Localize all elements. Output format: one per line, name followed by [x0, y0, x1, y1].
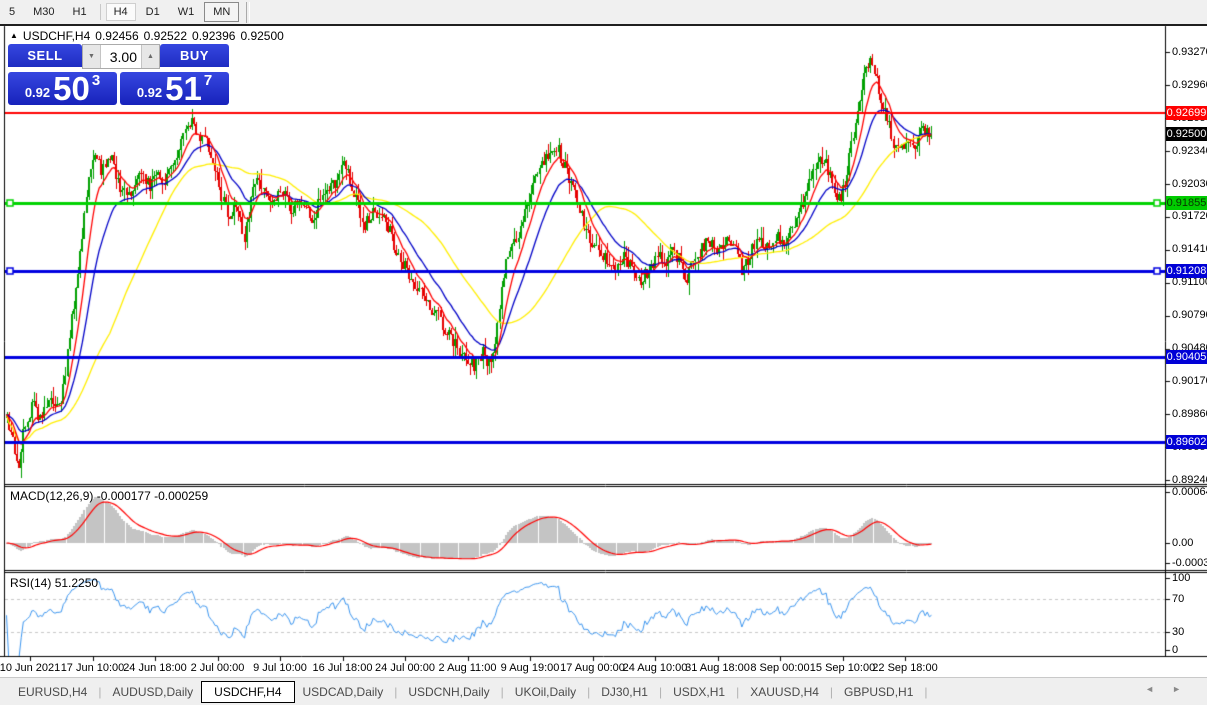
timeframe-button-h1[interactable]: H1 — [65, 3, 95, 21]
chart-title: ▲ USDCHF,H4 0.92456 0.92522 0.92396 0.92… — [10, 29, 284, 43]
chart-tab-xauusd-h4[interactable]: XAUUSD,H4 — [748, 681, 821, 703]
tab-divider: | — [98, 685, 101, 699]
toolbar-drag-handle — [246, 2, 250, 23]
buy-button[interactable]: BUY — [160, 44, 229, 69]
sell-price-prefix: 0.92 — [25, 85, 50, 100]
chart-tab-usdcnh-daily[interactable]: USDCNH,Daily — [406, 681, 491, 703]
macd-indicator-label: MACD(12,26,9) -0.000177 -0.000259 — [10, 489, 208, 503]
rsi-value: 51.2250 — [55, 576, 98, 590]
chart-title-symbol: USDCHF,H4 — [23, 29, 90, 43]
chart-tab-ukoil-daily[interactable]: UKOil,Daily — [513, 681, 578, 703]
chart-tab-usdcad-daily[interactable]: USDCAD,Daily — [301, 681, 386, 703]
collapse-triangle-icon: ▲ — [10, 31, 18, 41]
chart-title-high: 0.92522 — [144, 29, 187, 43]
buy-price-prefix: 0.92 — [137, 85, 162, 100]
timeframe-button-5[interactable]: 5 — [1, 3, 23, 21]
sell-button[interactable]: SELL — [8, 44, 82, 69]
chart-title-close: 0.92500 — [240, 29, 283, 43]
tab-divider: | — [394, 685, 397, 699]
timeframe-button-h4[interactable]: H4 — [106, 3, 136, 21]
volume-increase-button[interactable]: ▲ — [141, 45, 159, 68]
chart-title-low: 0.92396 — [192, 29, 235, 43]
tab-divider: | — [659, 685, 662, 699]
sell-price-sup: 3 — [92, 72, 100, 89]
macd-values: -0.000177 -0.000259 — [97, 489, 208, 503]
timeframe-button-d1[interactable]: D1 — [138, 3, 168, 21]
macd-name: MACD(12,26,9) — [10, 489, 93, 503]
chart-tab-bar: EURUSD,H4 | AUDUSD,Daily USDCHF,H4 USDCAD,Da… — [0, 677, 1207, 705]
buy-price-sup: 7 — [204, 72, 212, 89]
tab-divider: | — [736, 685, 739, 699]
timeframe-button-w1[interactable]: W1 — [170, 3, 203, 21]
chart-title-open: 0.92456 — [95, 29, 138, 43]
chart-tab-audusd-daily[interactable]: AUDUSD,Daily — [110, 681, 195, 703]
chart-window-border — [0, 24, 1207, 26]
buy-price-big: 51 — [165, 74, 202, 103]
timeframe-toolbar: 5M30H1 H4D1W1MN — [0, 0, 1207, 24]
volume-input[interactable] — [101, 45, 141, 68]
chart-tab-usdchf-h4[interactable]: USDCHF,H4 — [201, 681, 294, 703]
one-click-trading-panel: SELL ▼ ▲ BUY 0.92 50 3 0.92 51 7 — [8, 44, 229, 105]
chart-tab-eurusd-h4[interactable]: EURUSD,H4 — [16, 681, 89, 703]
timeframe-button-mn[interactable]: MN — [204, 2, 239, 22]
rsi-indicator-label: RSI(14) 51.2250 — [10, 576, 98, 590]
chart-tab-dj30-h1[interactable]: DJ30,H1 — [599, 681, 650, 703]
timeframe-button-m30[interactable]: M30 — [25, 3, 62, 21]
volume-stepper: ▼ ▲ — [82, 44, 160, 69]
tab-divider: | — [924, 685, 927, 699]
rsi-name: RSI(14) — [10, 576, 51, 590]
toolbar-separator — [100, 4, 101, 20]
sell-price-big: 50 — [53, 74, 90, 103]
tab-divider: | — [501, 685, 504, 699]
chart-tab-usdx-h1[interactable]: USDX,H1 — [671, 681, 727, 703]
sell-price-display[interactable]: 0.92 50 3 — [8, 72, 117, 105]
tab-scroll-arrows[interactable]: ◄► — [1145, 684, 1199, 694]
tab-divider: | — [587, 685, 590, 699]
volume-decrease-button[interactable]: ▼ — [83, 45, 101, 68]
buy-price-display[interactable]: 0.92 51 7 — [120, 72, 229, 105]
tab-divider: | — [830, 685, 833, 699]
chart-tab-gbpusd-h1[interactable]: GBPUSD,H1 — [842, 681, 915, 703]
